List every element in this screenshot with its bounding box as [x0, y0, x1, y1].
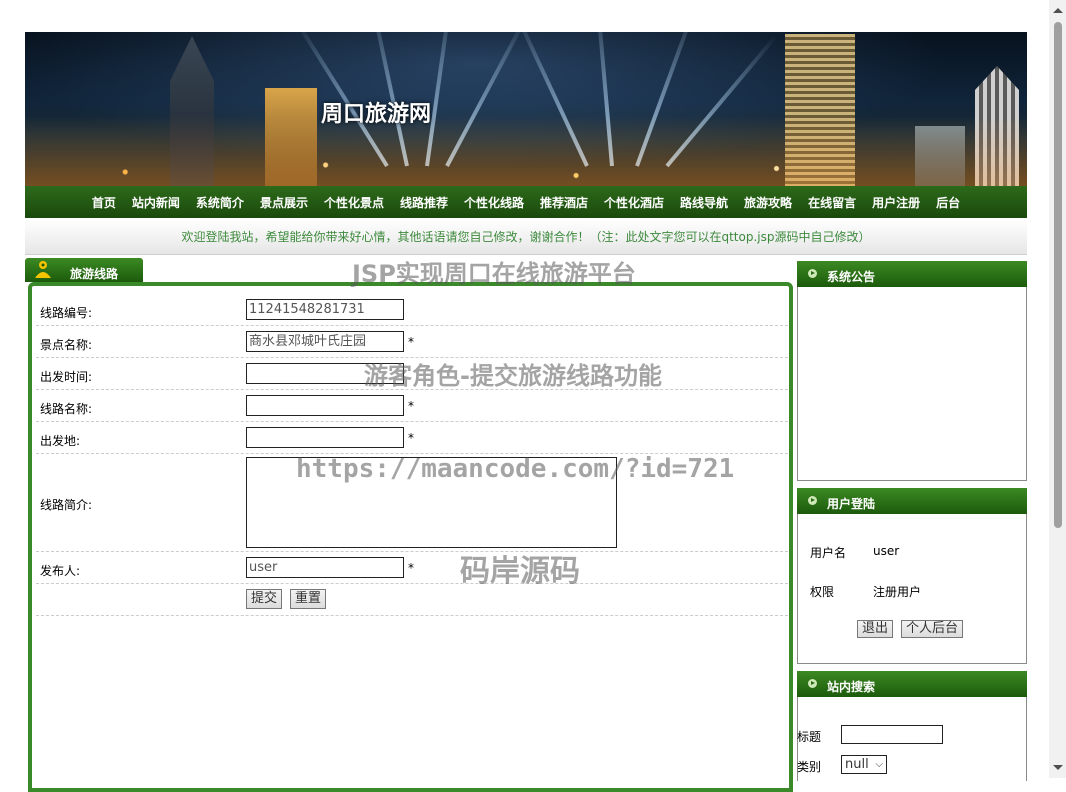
- personal-backend-button[interactable]: 个人后台: [901, 620, 964, 638]
- nav-hotel-recommend[interactable]: 推荐酒店: [532, 194, 596, 211]
- user-group-icon: [35, 261, 51, 278]
- arrow-bullet-icon: [808, 269, 817, 278]
- main-section-title: 旅游线路: [70, 267, 119, 281]
- search-title-label: 标题: [797, 730, 822, 744]
- announcement-header: 系统公告: [797, 261, 1027, 287]
- nav-about[interactable]: 系统简介: [188, 194, 252, 211]
- form-row-depart-place: 出发地: *: [36, 422, 788, 454]
- scroll-thumb[interactable]: [1054, 22, 1062, 528]
- nav-spots[interactable]: 景点展示: [252, 194, 316, 211]
- depart-place-label: 出发地:: [40, 434, 81, 448]
- nav-guestbook[interactable]: 在线留言: [800, 194, 864, 211]
- route-name-required-mark: *: [408, 399, 414, 413]
- form-row-route-no: 线路编号: 11241548281731: [36, 294, 788, 326]
- route-no-label: 线路编号:: [40, 306, 93, 320]
- form-row-route-name: 线路名称: *: [36, 390, 788, 422]
- nav-route-navigation[interactable]: 路线导航: [672, 194, 736, 211]
- route-name-input[interactable]: [246, 395, 404, 416]
- announcement-title: 系统公告: [827, 270, 876, 284]
- form-row-publisher: 发布人: user *: [36, 552, 788, 584]
- route-name-label: 线路名称:: [40, 402, 93, 416]
- form-row-spot-name: 景点名称: 商水县邓城叶氏庄园 *: [36, 326, 788, 358]
- spot-name-required-mark: *: [408, 335, 414, 349]
- user-login-title: 用户登陆: [827, 497, 876, 511]
- site-search-title: 站内搜索: [827, 680, 876, 694]
- page: 周口旅游网 首页 站内新闻 系统简介 景点展示 个性化景点 线路推荐 个性化线路…: [25, 32, 1027, 792]
- nav-custom-spots[interactable]: 个性化景点: [316, 194, 392, 211]
- publisher-input[interactable]: user: [246, 557, 404, 578]
- reset-button[interactable]: 重置: [290, 589, 327, 609]
- spot-name-label: 景点名称:: [40, 338, 93, 352]
- route-intro-label: 线路简介:: [40, 498, 93, 512]
- main-section-tab: 旅游线路: [25, 258, 143, 282]
- search-category-value: null: [845, 757, 869, 772]
- publisher-label: 发布人:: [40, 564, 81, 578]
- arrow-bullet-icon: [808, 496, 817, 505]
- site-search-box: 站内搜索 标题 类别 null ⌵: [797, 671, 1027, 781]
- role-value: 注册用户: [873, 585, 922, 599]
- nav-register[interactable]: 用户注册: [864, 194, 928, 211]
- logout-button[interactable]: 退出: [857, 620, 894, 638]
- depart-place-input[interactable]: [246, 427, 404, 448]
- submit-button[interactable]: 提交: [246, 589, 283, 609]
- username-value: user: [873, 544, 900, 558]
- site-search-header: 站内搜索: [797, 671, 1027, 697]
- main-nav: 首页 站内新闻 系统简介 景点展示 个性化景点 线路推荐 个性化线路 推荐酒店 …: [25, 186, 1027, 218]
- site-banner: 周口旅游网: [25, 32, 1027, 186]
- search-title-input[interactable]: [841, 725, 943, 744]
- user-login-header: 用户登陆: [797, 488, 1027, 514]
- search-category-label: 类别: [797, 760, 822, 774]
- watermark-title: JSP实现周口在线旅游平台: [352, 260, 636, 288]
- nav-home[interactable]: 首页: [84, 194, 124, 211]
- nav-custom-hotels[interactable]: 个性化酒店: [596, 194, 672, 211]
- watermark-brand: 码岸源码: [460, 554, 580, 589]
- username-label: 用户名: [810, 546, 847, 560]
- spot-name-input[interactable]: 商水县邓城叶氏庄园: [246, 331, 404, 352]
- user-login-box: 用户登陆 用户名 user 权限 注册用户 退出 个人后台: [797, 488, 1027, 664]
- scroll-down-icon[interactable]: [1053, 765, 1063, 770]
- watermark-url: https://maancode.com/?id=721: [296, 454, 735, 484]
- nav-custom-routes[interactable]: 个性化线路: [456, 194, 532, 211]
- publisher-required-mark: *: [408, 561, 414, 575]
- vertical-scrollbar[interactable]: [1049, 0, 1066, 778]
- site-title: 周口旅游网: [321, 101, 432, 127]
- depart-place-required-mark: *: [408, 431, 414, 445]
- scroll-up-icon[interactable]: [1053, 8, 1063, 13]
- welcome-bar: 欢迎登陆我站，希望能给你带来好心情，其他话语请您自己修改，谢谢合作！（注：此处文…: [25, 219, 1027, 255]
- nav-admin[interactable]: 后台: [928, 194, 968, 211]
- announcement-box: 系统公告: [797, 261, 1027, 481]
- route-no-input[interactable]: 11241548281731: [246, 299, 404, 320]
- welcome-text: 欢迎登陆我站，希望能给你带来好心情，其他话语请您自己修改，谢谢合作！（注：此处文…: [181, 230, 871, 244]
- depart-time-label: 出发时间:: [40, 370, 93, 384]
- chevron-down-icon: ⌵: [875, 759, 883, 770]
- nav-news[interactable]: 站内新闻: [124, 194, 188, 211]
- search-category-select[interactable]: null ⌵: [841, 755, 887, 774]
- arrow-bullet-icon: [808, 679, 817, 688]
- role-label: 权限: [810, 585, 835, 599]
- nav-route-recommend[interactable]: 线路推荐: [392, 194, 456, 211]
- nav-travel-guide[interactable]: 旅游攻略: [736, 194, 800, 211]
- watermark-subtitle: 游客角色-提交旅游线路功能: [364, 362, 662, 390]
- form-row-actions: 提交 重置: [36, 584, 788, 616]
